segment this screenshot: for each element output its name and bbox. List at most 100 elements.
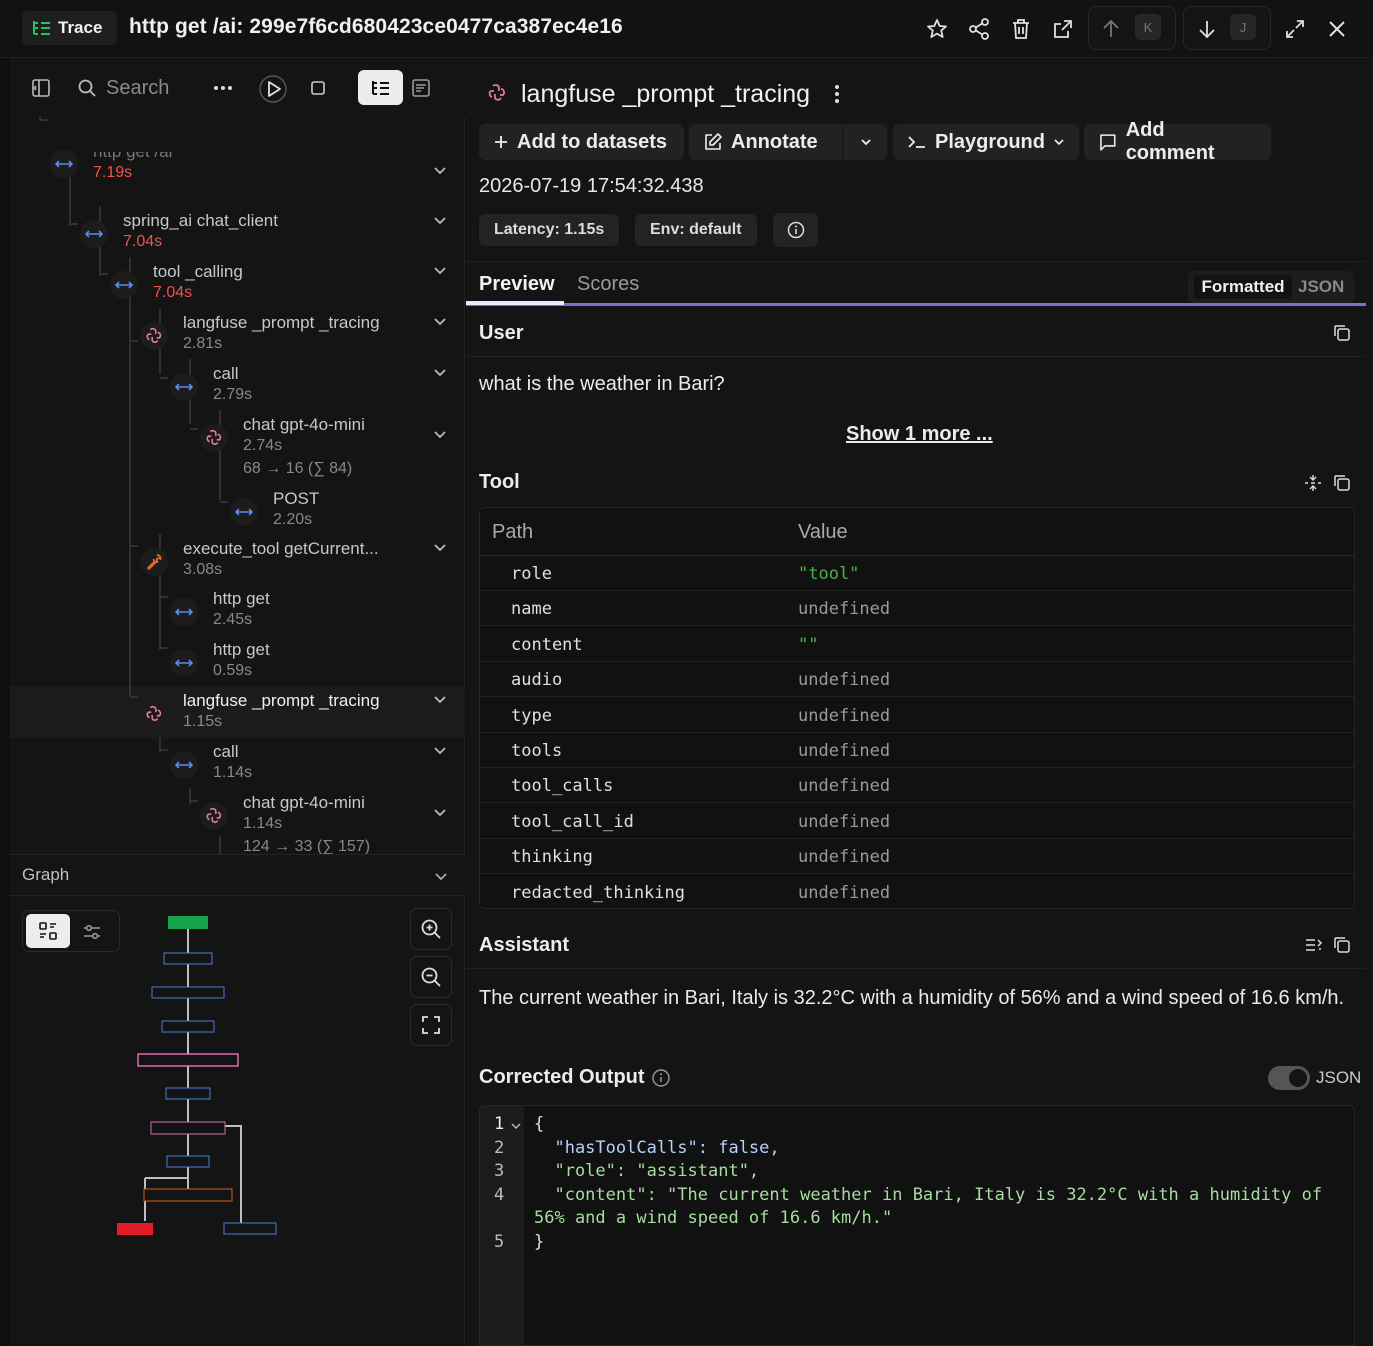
tree-node[interactable]: chat gpt-4o-mini 1.14s 124 → 33 (∑ 157) <box>10 788 465 854</box>
show-more-link[interactable]: Show 1 more ... <box>846 423 993 446</box>
chevron-down-icon[interactable] <box>432 162 448 178</box>
tree-node-name: langfuse _prompt _tracing <box>183 691 380 710</box>
table-row[interactable]: tool_call_id undefined <box>480 804 1354 839</box>
add-to-datasets-button[interactable]: Add to datasets <box>479 124 684 160</box>
chevron-down-icon[interactable] <box>432 212 448 228</box>
play-icon[interactable] <box>257 73 289 105</box>
table-cell-value: undefined <box>798 670 891 691</box>
table-cell-path: role <box>511 564 552 584</box>
timeline-view-icon[interactable] <box>410 77 432 99</box>
tree-node-duration: 7.19s <box>93 164 133 181</box>
chevron-down-icon[interactable] <box>432 539 448 555</box>
close-icon[interactable] <box>1322 14 1352 44</box>
trash-icon[interactable] <box>1006 14 1036 44</box>
chevron-down-icon[interactable] <box>859 135 873 149</box>
tree-node[interactable]: call 1.14s <box>10 737 465 783</box>
table-row[interactable]: redacted_thinking undefined <box>480 875 1354 908</box>
info-icon[interactable] <box>773 213 818 247</box>
fold-chevron-icon[interactable] <box>511 1122 521 1130</box>
add-comment-button[interactable]: Add comment <box>1084 119 1271 164</box>
tree-node[interactable]: execute_tool getCurrent... 3.08s <box>10 534 465 580</box>
env-badge: Env: default <box>635 214 757 246</box>
tree-node[interactable]: http get 0.59s <box>10 635 465 681</box>
arrow-down-icon[interactable] <box>1192 14 1222 44</box>
table-cell-path: redacted_thinking <box>511 882 685 903</box>
graph-header[interactable]: Graph <box>10 854 465 896</box>
expand-icon[interactable] <box>1280 14 1310 44</box>
expand-collapse-icon[interactable] <box>1303 473 1323 493</box>
copy-icon[interactable] <box>1332 473 1352 493</box>
table-row[interactable]: tools undefined <box>480 733 1354 768</box>
sidebar-toggle-icon[interactable] <box>30 77 52 99</box>
json-toggle-switch[interactable] <box>1268 1066 1310 1090</box>
top-bar: Trace http get /ai: 299e7f6cd680423ce047… <box>0 0 1373 58</box>
tree-node[interactable]: langfuse _prompt _tracing 2.81s <box>10 308 465 354</box>
tool-section-header: Tool <box>466 458 1366 506</box>
format-json-option[interactable]: JSON <box>1298 277 1344 297</box>
chevron-down-icon[interactable] <box>432 262 448 278</box>
table-row[interactable]: tool_calls undefined <box>480 768 1354 804</box>
arrow-up-icon[interactable] <box>1096 14 1126 44</box>
tree-node[interactable]: chat gpt-4o-mini 2.74s 68 → 16 (∑ 84) <box>10 410 465 477</box>
json-editor[interactable]: 1 2 3 4 5 { "hasToolCalls": false, "role": "… <box>479 1105 1355 1346</box>
chevron-down-icon[interactable] <box>433 868 449 884</box>
trace-icon <box>33 21 50 35</box>
wrap-text-icon[interactable] <box>1303 935 1323 955</box>
zoom-in-icon[interactable] <box>410 908 452 950</box>
tab-scores[interactable]: Scores <box>577 273 639 296</box>
external-link-icon[interactable] <box>1048 14 1078 44</box>
table-cell-path: type <box>511 705 552 726</box>
annotate-button[interactable]: Annotate <box>689 124 887 160</box>
share-icon[interactable] <box>964 14 994 44</box>
tree-node-duration: 2.74s <box>243 437 283 454</box>
tree-node[interactable]: http get 2.45s <box>10 584 465 630</box>
tree-node[interactable]: http get /ai 7.19s <box>10 150 465 202</box>
generation-icon <box>200 802 228 830</box>
search-input[interactable]: Search <box>106 77 169 100</box>
assistant-title: Assistant <box>479 934 570 956</box>
chevron-down-icon[interactable] <box>432 742 448 758</box>
span-icon <box>110 271 138 299</box>
stop-icon[interactable] <box>308 78 328 98</box>
chevron-down-icon[interactable] <box>432 426 448 442</box>
column-header-value: Value <box>798 521 848 543</box>
more-icon[interactable] <box>212 77 234 99</box>
table-row[interactable]: type undefined <box>480 698 1354 733</box>
info-icon[interactable] <box>651 1068 671 1088</box>
tree-node[interactable]: langfuse _prompt _tracing 1.15s <box>10 686 465 732</box>
line-number: 2 <box>494 1137 505 1158</box>
format-formatted-option[interactable]: Formatted <box>1194 275 1292 299</box>
scrollbar-track[interactable] <box>1366 58 1373 1346</box>
tree-node[interactable]: tool _calling 7.04s <box>10 257 465 303</box>
chevron-down-icon[interactable] <box>432 313 448 329</box>
graph-node <box>137 1053 239 1067</box>
tree-node[interactable]: spring_ai chat_client 7.04s <box>10 206 465 252</box>
fit-view-icon[interactable] <box>410 1004 452 1046</box>
line-number-gutter: 1 2 3 4 5 <box>480 1106 524 1345</box>
table-row[interactable]: content "" <box>480 627 1354 662</box>
kbd-j: J <box>1230 14 1256 40</box>
tab-preview[interactable]: Preview <box>479 273 555 296</box>
table-row[interactable]: role "tool" <box>480 556 1354 591</box>
star-icon[interactable] <box>922 14 952 44</box>
tree-node[interactable]: POST 2.20s <box>10 484 465 530</box>
table-row[interactable]: thinking undefined <box>480 839 1354 875</box>
toggle-knob <box>1289 1069 1307 1087</box>
tree-node-name: http get <box>213 589 270 608</box>
chevron-down-icon[interactable] <box>432 691 448 707</box>
chevron-down-icon[interactable] <box>432 364 448 380</box>
more-vertical-icon[interactable] <box>834 84 840 104</box>
table-row[interactable]: audio undefined <box>480 662 1354 698</box>
tree-node-duration: 3.08s <box>183 561 223 578</box>
playground-button[interactable]: Playground <box>893 124 1079 160</box>
zoom-out-icon[interactable] <box>410 956 452 998</box>
tree-node[interactable]: call 2.79s <box>10 359 465 405</box>
table-row[interactable]: name undefined <box>480 591 1354 627</box>
tree-view-icon[interactable] <box>358 70 403 105</box>
code-line: 56% and a wind speed of 16.6 km/h." <box>534 1208 893 1228</box>
copy-icon[interactable] <box>1332 935 1352 955</box>
chevron-down-icon[interactable] <box>432 804 448 820</box>
tree-toolbar: Search <box>10 58 465 116</box>
tree-node-name: call <box>213 364 239 383</box>
copy-icon[interactable] <box>1332 323 1352 343</box>
